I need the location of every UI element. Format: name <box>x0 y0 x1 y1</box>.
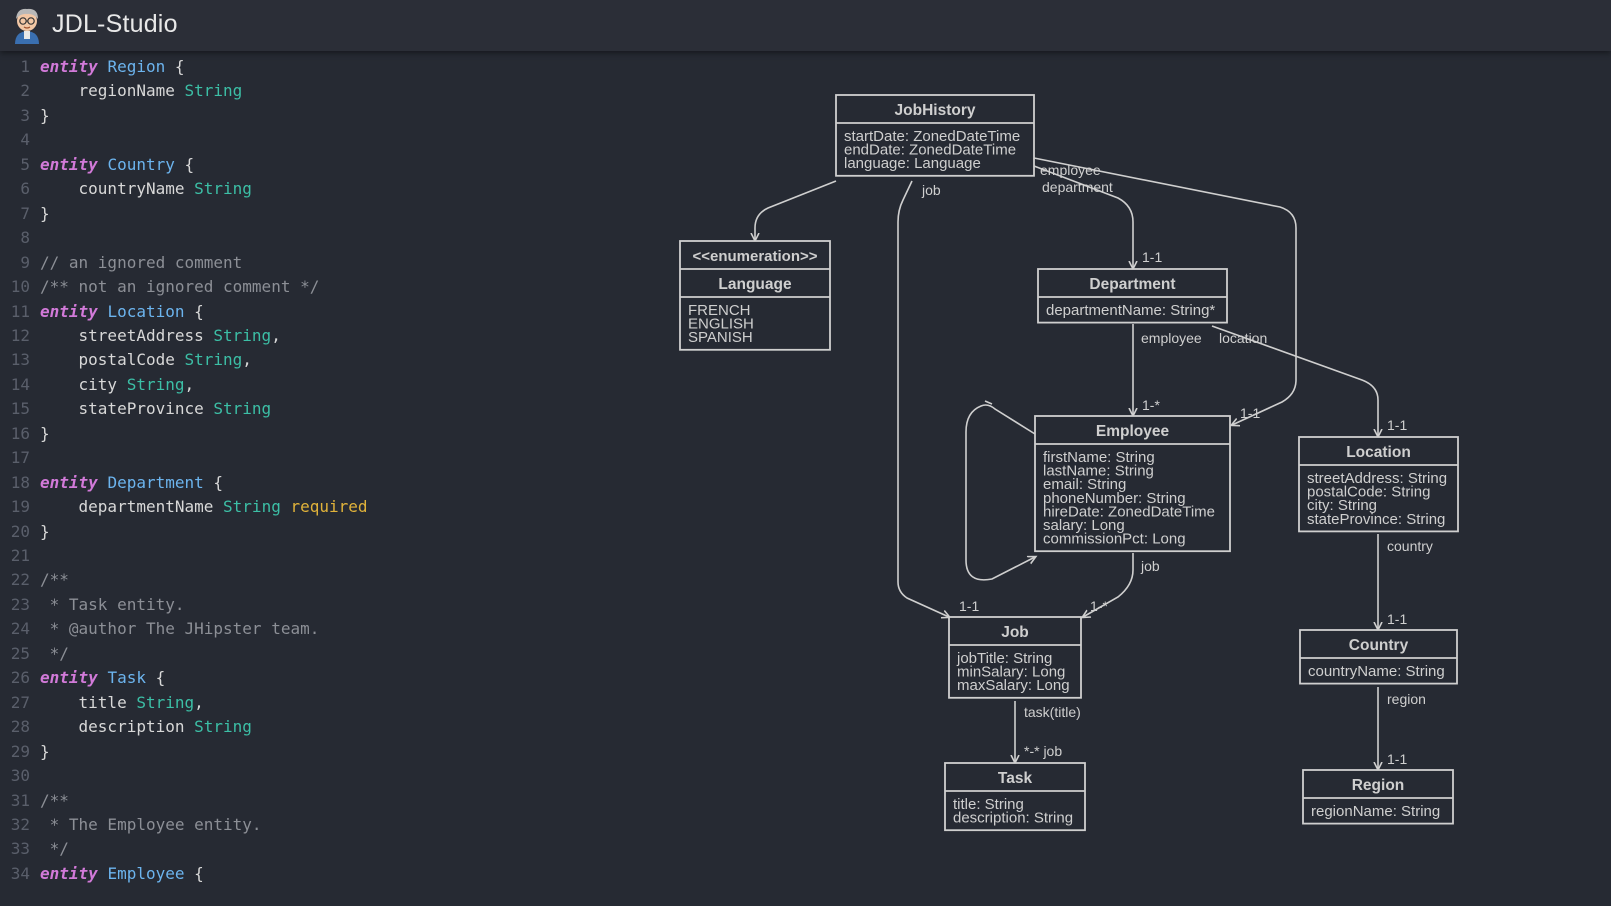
entity-box-department[interactable]: Department departmentName: String* <box>1037 268 1228 324</box>
entity-title: Region <box>1352 777 1405 794</box>
entity-field: countryName: String <box>1308 663 1445 680</box>
edge-label-job: job <box>921 182 941 198</box>
entity-field: SPANISH <box>688 329 753 346</box>
entity-title: Job <box>1001 624 1029 641</box>
edge-label-task-title: task(title) <box>1024 704 1081 720</box>
edge-jobhistory-job <box>897 180 949 617</box>
edge-label-location-dept: location <box>1219 330 1267 346</box>
entity-box-job[interactable]: JobjobTitle: StringminSalary: LongmaxSal… <box>948 616 1082 699</box>
entity-field: language: Language <box>844 155 981 172</box>
app-title: JDL-Studio <box>52 10 178 38</box>
entity-title: JobHistory <box>895 102 976 119</box>
edge-label-country-loc: country <box>1387 538 1433 554</box>
edge-label-emp-1-many: 1-* <box>1142 397 1160 413</box>
edge-employee-self <box>965 404 1035 581</box>
edge-label-employee-jh: employee <box>1040 162 1101 178</box>
edge-label-region-1-1: 1-1 <box>1387 751 1407 767</box>
entity-stereotype: <<enumeration>> <box>692 248 817 265</box>
entity-box-location[interactable]: LocationstreetAddress: StringpostalCode:… <box>1298 436 1459 533</box>
entity-diagram: JobHistorystartDate: ZonedDateTimeendDat… <box>679 94 1459 832</box>
entity-box-region[interactable]: Region regionName: String <box>1302 769 1454 825</box>
entity-title: Department <box>1089 276 1175 293</box>
entity-box-jobhistory[interactable]: JobHistorystartDate: ZonedDateTimeendDat… <box>835 94 1035 177</box>
entity-field: maxSalary: Long <box>957 677 1070 694</box>
edge-self-tick <box>984 400 993 405</box>
edge-label-task-many: *-* job <box>1024 743 1062 759</box>
entity-field: departmentName: String* <box>1046 302 1215 319</box>
entity-box-language[interactable]: <<enumeration>>LanguageFRENCHENGLISHSPAN… <box>679 240 831 351</box>
entity-box-employee[interactable]: EmployeefirstName: StringlastName: Strin… <box>1034 415 1231 553</box>
entity-title: Task <box>998 770 1033 787</box>
entity-box-country[interactable]: Country countryName: String <box>1299 629 1458 685</box>
entity-title: Employee <box>1096 423 1170 440</box>
edge-label-loc-1-1: 1-1 <box>1387 417 1407 433</box>
edge-label-emp-1-1: 1-1 <box>1240 405 1260 421</box>
edge-label-job-emp: job <box>1140 558 1160 574</box>
entity-title: Location <box>1346 444 1411 461</box>
edge-label-department-jh: department <box>1042 179 1113 195</box>
entity-box-task[interactable]: Tasktitle: Stringdescription: String <box>944 762 1086 832</box>
edge-label-region-country: region <box>1387 691 1426 707</box>
entity-field: commissionPct: Long <box>1043 531 1186 548</box>
entity-field: stateProvince: String <box>1307 511 1445 528</box>
entity-title: Language <box>718 276 792 293</box>
entity-title: Country <box>1349 637 1409 654</box>
edge-label-job-1-1: 1-1 <box>959 598 979 614</box>
edge-jobhistory-language <box>755 180 837 240</box>
top-bar: JDL-Studio <box>0 0 1611 51</box>
edge-label-employee-dept: employee <box>1141 330 1202 346</box>
edge-label-dept-1-1: 1-1 <box>1142 249 1162 265</box>
jhipster-avatar-icon[interactable] <box>11 6 43 44</box>
edge-label-country-1-1: 1-1 <box>1387 611 1407 627</box>
edge-label-job-1-many: 1-* <box>1090 598 1108 614</box>
entity-field: description: String <box>953 810 1073 827</box>
entity-field: regionName: String <box>1311 803 1440 820</box>
